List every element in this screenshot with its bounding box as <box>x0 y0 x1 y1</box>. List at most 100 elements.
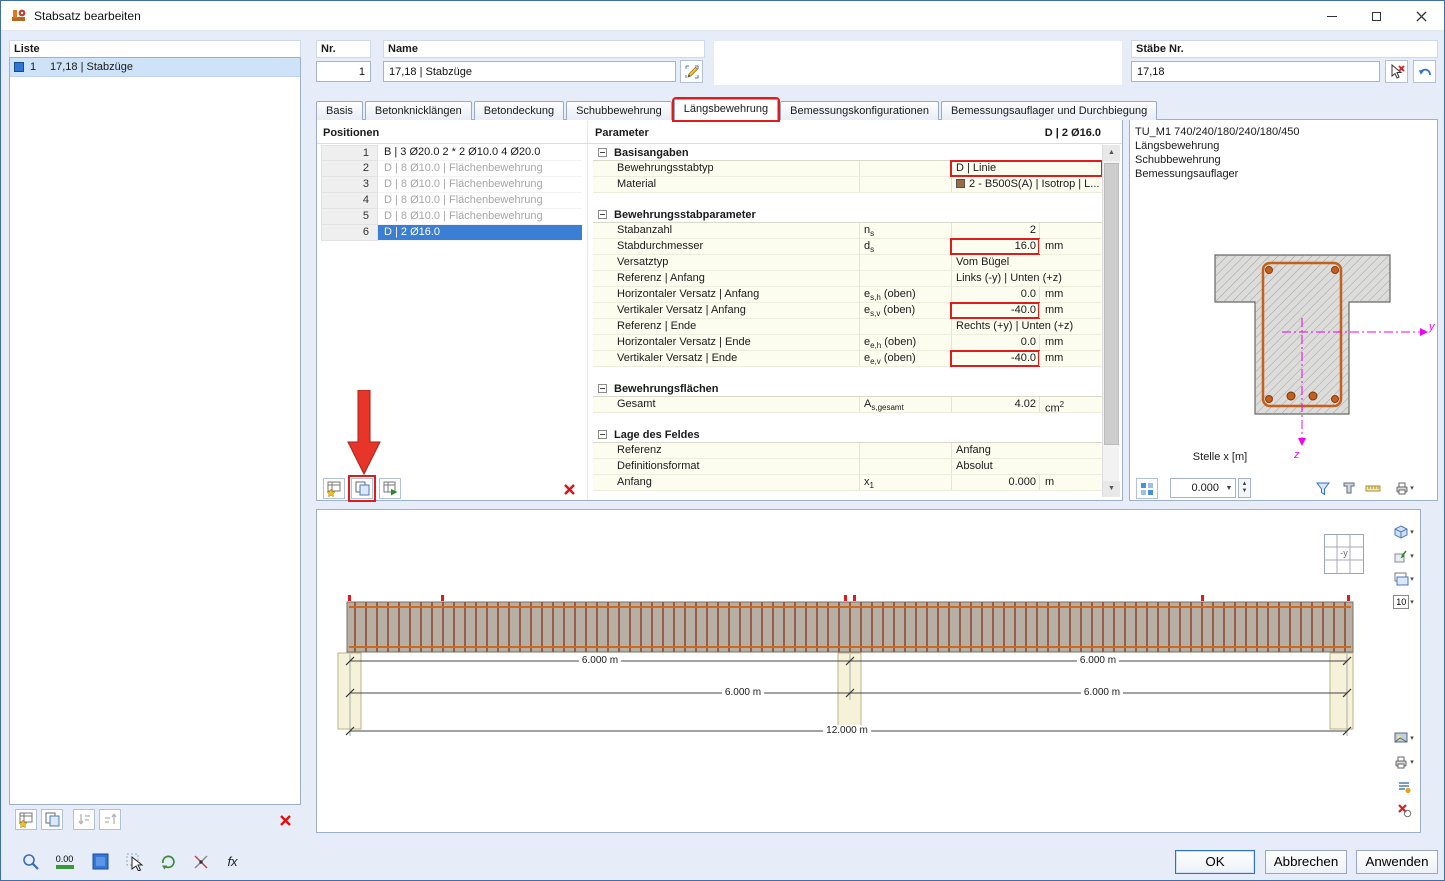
parameter-row[interactable]: Versatztyp Vom Bügel <box>593 255 1102 271</box>
new-member-set-button[interactable] <box>15 809 37 830</box>
parameter-row[interactable]: Stabanzahl ns 2 <box>593 223 1102 239</box>
chevron-down-icon[interactable]: ▾ <box>1410 758 1414 766</box>
parameter-row[interactable]: Horizontaler Versatz | Anfang es,h (oben)… <box>593 287 1102 303</box>
scrollbar-thumb[interactable] <box>1104 163 1119 445</box>
parameter-section-header[interactable]: Bewehrungsstabparameter <box>593 207 1102 223</box>
collapse-icon[interactable] <box>598 210 607 219</box>
parameter-value[interactable]: 2 - B500S(A) | Isotrop | L... <box>951 177 1102 192</box>
parameter-value[interactable]: Links (-y) | Unten (+z) <box>951 271 1102 286</box>
function-button[interactable]: fx <box>219 848 246 875</box>
print-section-button[interactable]: ▾ <box>1386 478 1422 498</box>
tab-bemessungskonfigurationen[interactable]: Bemessungskonfigurationen <box>780 101 939 120</box>
parameter-row[interactable]: Definitionsformat Absolut <box>593 459 1102 475</box>
list-item[interactable]: 1 17,18 | Stabzüge <box>10 58 300 77</box>
parameter-row[interactable]: Vertikaler Versatz | Ende ee,v (oben) -40.… <box>593 350 1102 367</box>
parameter-row[interactable]: Bewehrungsstabtyp D | Linie <box>593 160 1102 177</box>
position-row[interactable]: 6D | 2 Ø16.0 <box>321 225 582 241</box>
chevron-down-icon[interactable]: ▾ <box>1410 484 1414 492</box>
tab-basis[interactable]: Basis <box>316 101 363 120</box>
position-row[interactable]: 2D | 8 Ø10.0 | Flächenbewehrung <box>321 161 582 177</box>
parameter-value[interactable]: 4.02 <box>951 397 1039 412</box>
tab-schubbewehrung[interactable]: Schubbewehrung <box>566 101 672 120</box>
position-row[interactable]: 1B | 3 Ø20.0 2 * 2 Ø10.0 4 Ø20.0 <box>321 145 582 161</box>
parameter-row[interactable]: Referenz | Ende Rechts (+y) | Unten (+z) <box>593 319 1102 335</box>
parameter-section-header[interactable]: Lage des Feldes <box>593 427 1102 443</box>
view-3d-button[interactable]: ▾ <box>1387 522 1420 542</box>
copy-position-button[interactable] <box>348 475 376 502</box>
cancel-button[interactable]: Abbrechen <box>1265 850 1347 874</box>
scroll-down-button[interactable]: ▼ <box>1103 481 1120 497</box>
nr-input[interactable] <box>316 61 371 82</box>
zoom-tool-button[interactable] <box>17 848 44 875</box>
sort-ascending-button[interactable] <box>73 809 95 830</box>
parameter-section-header[interactable]: Bewehrungsflächen <box>593 381 1102 397</box>
parameter-value[interactable]: 0.0 <box>951 335 1039 350</box>
parameter-scrollbar[interactable]: ▲ ▼ <box>1102 145 1120 497</box>
position-row[interactable]: 4D | 8 Ø10.0 | Flächenbewehrung <box>321 193 582 209</box>
copy-member-set-button[interactable] <box>41 809 63 830</box>
stelle-x-spinner[interactable]: ▲ ▼ <box>1238 478 1251 498</box>
parameter-value[interactable]: 16.0 <box>950 238 1040 255</box>
parameter-row[interactable]: Referenz Anfang <box>593 443 1102 459</box>
renumber-button[interactable] <box>99 809 121 830</box>
parameter-row[interactable]: Horizontaler Versatz | Ende ee,h (oben) 0.… <box>593 335 1102 351</box>
display-properties-button[interactable] <box>1387 777 1420 797</box>
position-row[interactable]: 3D | 8 Ø10.0 | Flächenbewehrung <box>321 177 582 193</box>
display-layers-button[interactable]: ▾ <box>1387 569 1420 589</box>
print-view-button[interactable]: ▾ <box>1387 752 1420 772</box>
view-navigator[interactable]: -y <box>1324 534 1364 574</box>
regenerate-button[interactable] <box>154 848 181 875</box>
parameter-value[interactable]: D | Linie <box>950 160 1102 177</box>
collapse-icon[interactable] <box>598 148 607 157</box>
deselect-members-button[interactable] <box>1385 60 1408 83</box>
chevron-down-icon[interactable]: ▾ <box>1410 575 1414 583</box>
staebe-input[interactable] <box>1131 61 1380 82</box>
position-row[interactable]: 5D | 8 Ø10.0 | Flächenbewehrung <box>321 209 582 225</box>
close-button[interactable] <box>1399 1 1444 31</box>
tab-bemessungsauflager[interactable]: Bemessungsauflager und Durchbiegung <box>940 101 1158 120</box>
tab-laengsbewehrung[interactable]: Längsbewehrung <box>671 97 781 122</box>
reselect-members-button[interactable] <box>1413 60 1436 83</box>
parameter-value[interactable]: Rechts (+y) | Unten (+z) <box>951 319 1102 334</box>
new-position-button[interactable] <box>323 478 345 499</box>
parameter-row[interactable]: Anfang x1 0.000 m <box>593 475 1102 491</box>
import-position-button[interactable] <box>379 478 401 499</box>
axes-snap-button[interactable] <box>187 848 214 875</box>
parameter-value[interactable]: -40.0 <box>950 302 1040 319</box>
section-view-button[interactable] <box>1338 478 1360 498</box>
collapse-icon[interactable] <box>598 384 607 393</box>
parameter-row[interactable]: Material 2 - B500S(A) | Isotrop | L... <box>593 177 1102 193</box>
collapse-icon[interactable] <box>598 430 607 439</box>
decimal-places-button[interactable]: 0.00 <box>51 848 78 875</box>
parameter-row[interactable]: Referenz | Anfang Links (-y) | Unten (+z) <box>593 271 1102 287</box>
parameter-value[interactable]: Vom Bügel <box>951 255 1102 270</box>
chevron-down-icon[interactable]: ▾ <box>1410 552 1414 560</box>
filter-button[interactable] <box>1312 478 1334 498</box>
parameter-value[interactable]: Absolut <box>951 459 1102 474</box>
delete-member-set-button[interactable] <box>275 810 295 830</box>
spin-up-icon[interactable]: ▲ <box>1242 481 1248 488</box>
view-direction-button[interactable]: ▾ <box>1387 546 1420 566</box>
parameter-row[interactable]: Stabdurchmesser ds 16.0 mm <box>593 238 1102 255</box>
grid-display-button[interactable] <box>1136 478 1158 499</box>
title-bar[interactable]: Stabsatz bearbeiten <box>1 1 1444 31</box>
chevron-down-icon[interactable]: ▾ <box>1410 734 1414 742</box>
rename-button[interactable] <box>680 60 703 83</box>
color-mode-button[interactable] <box>87 848 114 875</box>
parameter-value[interactable]: 0.0 <box>951 287 1039 302</box>
parameter-value[interactable]: Anfang <box>951 443 1102 458</box>
member-set-list[interactable]: 1 17,18 | Stabzüge <box>9 57 301 805</box>
parameter-value[interactable]: -40.0 <box>950 350 1040 367</box>
selection-mode-button[interactable] <box>121 848 148 875</box>
stelle-x-combo[interactable]: 0.000 ▼ <box>1170 478 1236 498</box>
chevron-down-icon[interactable]: ▾ <box>1410 598 1414 606</box>
minimize-button[interactable] <box>1309 1 1354 31</box>
delete-position-button[interactable] <box>559 479 579 499</box>
apply-button[interactable]: Anwenden <box>1356 850 1438 874</box>
ok-button[interactable]: OK <box>1175 850 1255 874</box>
render-mode-button[interactable]: ▾ <box>1387 728 1420 748</box>
maximize-button[interactable] <box>1354 1 1399 31</box>
parameter-row[interactable]: Vertikaler Versatz | Anfang es,v (oben) -4… <box>593 302 1102 319</box>
beam-view-panel[interactable]: 6.000 m 6.000 m 6.000 m 6.000 m 12.000 m… <box>316 509 1421 833</box>
parameter-row[interactable]: Gesamt As,gesamt 4.02 cm2 <box>593 397 1102 415</box>
